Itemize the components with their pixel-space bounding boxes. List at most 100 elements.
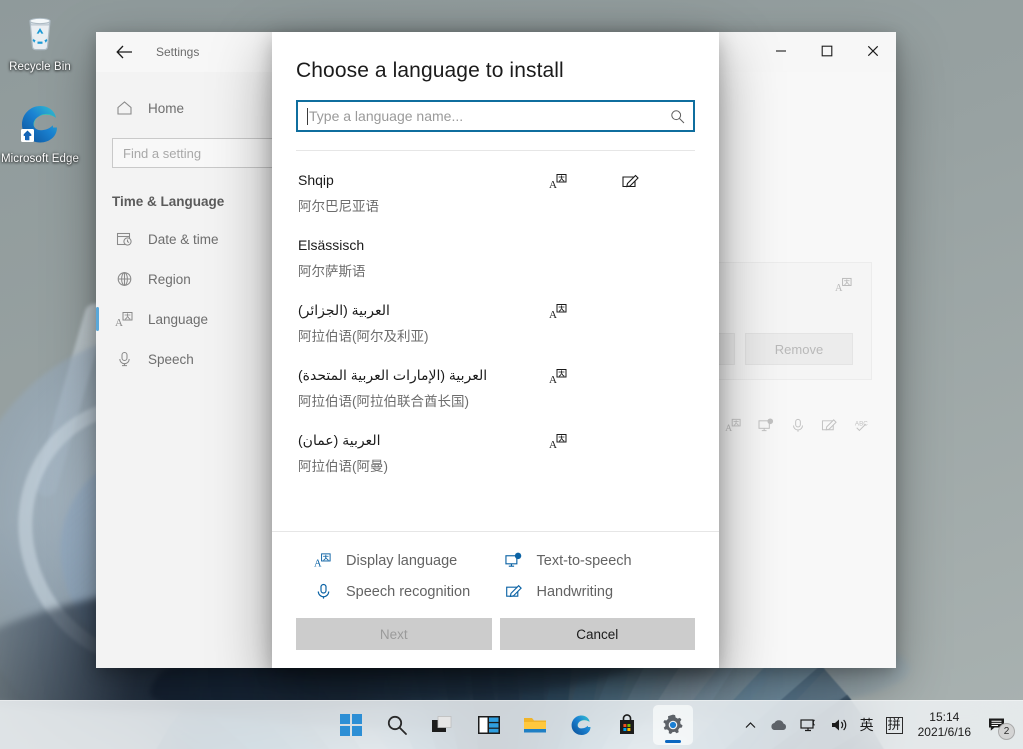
display-language-icon: A	[549, 368, 621, 385]
language-search-input[interactable]: Type a language name...	[296, 100, 695, 132]
language-local-name: 阿拉伯语(阿尔及利亚)	[298, 327, 695, 347]
notification-badge: 2	[998, 723, 1015, 740]
cancel-button[interactable]: Cancel	[500, 618, 696, 650]
sidebar-item-home[interactable]: Home	[96, 88, 292, 128]
display-language-icon: A	[725, 418, 742, 438]
taskbar-apps	[331, 705, 693, 745]
text-to-speech-icon	[505, 552, 523, 569]
settings-window-title: Settings	[156, 45, 199, 59]
microphone-icon	[112, 349, 136, 369]
choose-language-dialog: Choose a language to install Type a lang…	[272, 32, 719, 668]
sidebar-item-label: Speech	[148, 352, 194, 367]
svg-text:ABC: ABC	[855, 421, 868, 428]
svg-text:A: A	[725, 423, 732, 433]
widgets-button[interactable]	[469, 705, 509, 745]
handwriting-icon	[821, 418, 838, 438]
legend-item-handwriting: Handwriting	[505, 583, 696, 600]
legend-item-speech-recognition: Speech recognition	[314, 583, 505, 600]
file-explorer-button[interactable]	[515, 705, 555, 745]
svg-text:A: A	[549, 309, 557, 320]
clock[interactable]: 15:14 2021/6/16	[910, 706, 979, 744]
clock-date: 2021/6/16	[918, 725, 971, 740]
display-language-icon: A	[549, 433, 621, 450]
volume-icon[interactable]	[825, 706, 853, 744]
svg-text:A: A	[549, 374, 557, 385]
handwriting-icon	[621, 173, 693, 190]
network-icon[interactable]	[795, 706, 823, 744]
language-native-name: Elsässisch	[298, 235, 695, 255]
recycle-bin-icon	[16, 8, 64, 56]
minimize-button[interactable]	[758, 32, 804, 70]
dialog-action-buttons: Next Cancel	[296, 618, 695, 650]
language-feature-icons: A	[549, 368, 693, 385]
dialog-footer: A Display language	[272, 531, 719, 668]
list-item[interactable]: العربية (الجزائر) 阿拉伯语(阿尔及利亚) A	[272, 291, 719, 356]
notification-center-button[interactable]: 2	[981, 706, 1015, 744]
language-feature-icons: A	[549, 433, 693, 450]
sidebar-item-label: Region	[148, 272, 191, 287]
task-view-button[interactable]	[423, 705, 463, 745]
close-button[interactable]	[850, 32, 896, 70]
language-feature-icons: A	[549, 173, 693, 190]
display-language-icon: A	[112, 309, 136, 329]
language-feature-icons: A	[549, 303, 693, 320]
sidebar-item-label: Home	[148, 101, 184, 116]
sidebar-item-label: Language	[148, 312, 208, 327]
onedrive-icon[interactable]	[764, 706, 793, 744]
find-a-setting-input[interactable]: Find a setting	[112, 138, 278, 168]
desktop-icon-label: Recycle Bin	[0, 61, 80, 74]
dialog-title: Choose a language to install	[272, 32, 719, 83]
legend-label: Handwriting	[537, 584, 614, 600]
home-icon	[112, 98, 136, 118]
list-item[interactable]: Shqip 阿尔巴尼亚语 A	[272, 161, 719, 226]
sidebar-item-speech[interactable]: Speech	[96, 339, 292, 379]
desktop-icon-recycle-bin[interactable]: Recycle Bin	[0, 8, 80, 74]
search-button[interactable]	[377, 705, 417, 745]
ime-input-method[interactable]: 拼	[881, 706, 908, 744]
search-icon	[670, 109, 685, 124]
speech-recognition-icon	[791, 418, 805, 438]
sidebar-item-language[interactable]: A Language	[96, 299, 292, 339]
ime-language-mode[interactable]: 英	[855, 706, 879, 744]
next-button[interactable]: Next	[296, 618, 492, 650]
sidebar-item-date-time[interactable]: Date & time	[96, 219, 292, 259]
language-local-name: 阿尔萨斯语	[298, 262, 695, 282]
find-setting-placeholder: Find a setting	[123, 146, 201, 161]
display-language-icon: A	[549, 173, 621, 190]
back-arrow-icon[interactable]	[104, 36, 144, 68]
handwriting-icon	[505, 583, 523, 600]
remove-button[interactable]: Remove	[745, 333, 853, 365]
desktop-screen: Recycle Bin	[0, 0, 1023, 749]
display-language-icon: A	[835, 277, 853, 298]
tray-expand-chevron-icon[interactable]	[739, 706, 762, 744]
feature-legend: A Display language	[296, 546, 695, 618]
language-local-name: 阿拉伯语(阿拉伯联合酋长国)	[298, 392, 695, 412]
desktop-icon-microsoft-edge[interactable]: Microsoft Edge	[0, 100, 80, 166]
svg-text:A: A	[835, 283, 843, 293]
window-controls	[758, 32, 896, 70]
list-item[interactable]: العربية (الإمارات العربية المتحدة) 阿拉伯语(…	[272, 356, 719, 421]
language-card-feature-icons: A	[835, 277, 853, 298]
clock-time: 15:14	[929, 710, 959, 725]
list-item[interactable]: Elsässisch 阿尔萨斯语	[272, 226, 719, 291]
settings-sidebar: Home Find a setting Time & Language	[96, 72, 292, 668]
edge-button[interactable]	[561, 705, 601, 745]
sidebar-item-region[interactable]: Region	[96, 259, 292, 299]
legend-label: Display language	[346, 553, 457, 569]
maximize-button[interactable]	[804, 32, 850, 70]
ime-method-label: 拼	[886, 717, 903, 734]
speech-recognition-icon	[314, 583, 332, 600]
svg-text:A: A	[549, 179, 557, 190]
start-button[interactable]	[331, 705, 371, 745]
legend-label: Text-to-speech	[537, 553, 632, 569]
display-language-icon: A	[549, 303, 621, 320]
language-list[interactable]: Shqip 阿尔巴尼亚语 A	[272, 151, 719, 531]
sidebar-group-title: Time & Language	[96, 180, 292, 219]
list-item[interactable]: العربية (عمان) 阿拉伯语(阿曼) A	[272, 421, 719, 486]
edge-icon	[16, 100, 64, 148]
sidebar-item-label: Date & time	[148, 232, 219, 247]
settings-button[interactable]	[653, 705, 693, 745]
svg-text:A: A	[549, 439, 557, 450]
store-button[interactable]	[607, 705, 647, 745]
svg-text:A: A	[115, 317, 123, 328]
